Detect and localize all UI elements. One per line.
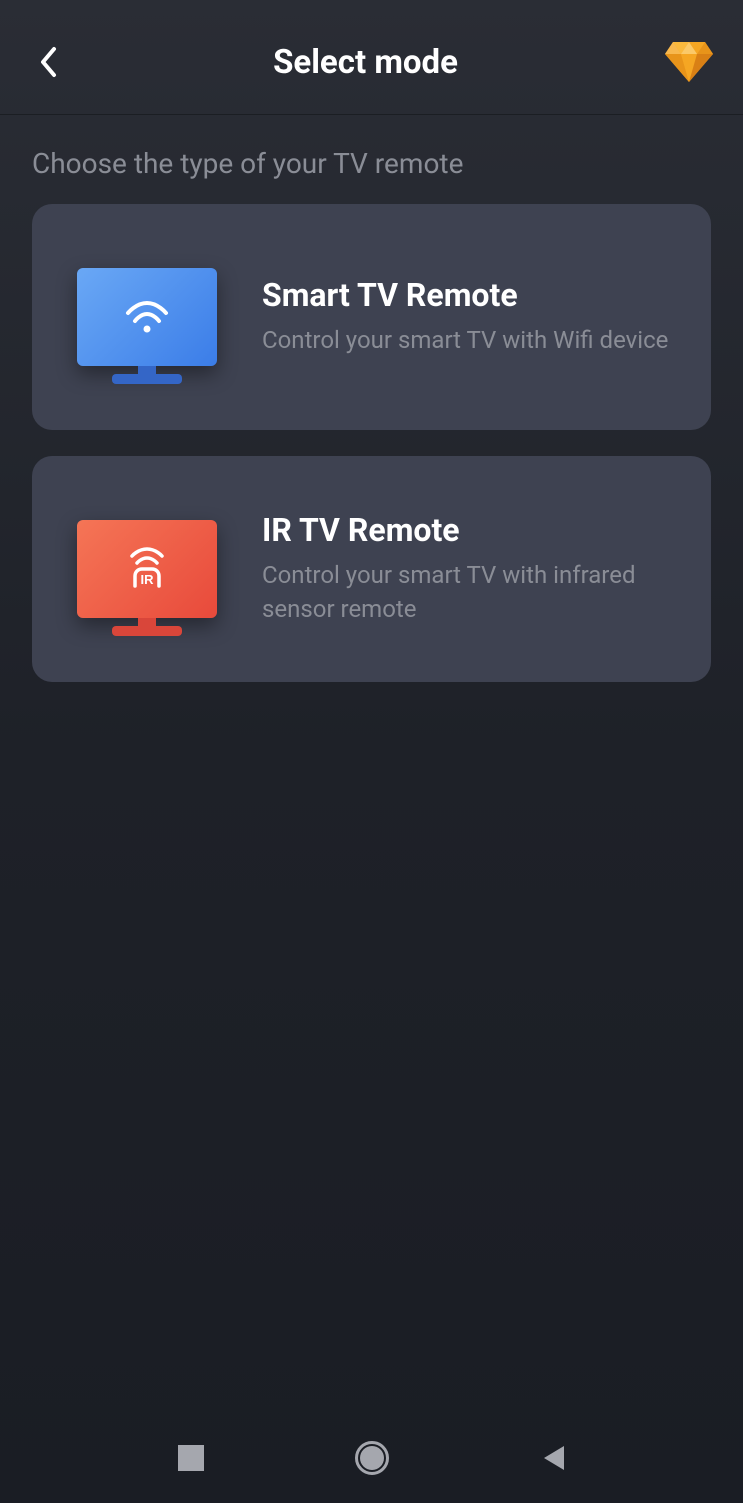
circle-icon <box>355 1441 389 1475</box>
ir-tv-title: IR TV Remote <box>262 511 671 549</box>
ir-icon: IR <box>124 546 170 592</box>
tv-stand <box>112 366 182 384</box>
smart-tv-title: Smart TV Remote <box>262 276 671 314</box>
back-button[interactable] <box>28 42 68 82</box>
ir-tv-card[interactable]: IR IR TV Remote Control your smart TV wi… <box>32 456 711 682</box>
premium-button[interactable] <box>663 40 715 84</box>
tv-wifi-icon <box>77 268 217 366</box>
recent-apps-button[interactable] <box>166 1433 216 1483</box>
svg-text:IR: IR <box>141 572 155 587</box>
navigation-bar <box>0 1413 743 1503</box>
header: Select mode <box>0 0 743 115</box>
wifi-icon <box>124 299 170 335</box>
cards-container: Smart TV Remote Control your smart TV wi… <box>0 204 743 682</box>
tv-stand <box>112 618 182 636</box>
ir-tv-content: IR TV Remote Control your smart TV with … <box>262 511 671 626</box>
diamond-icon <box>663 40 715 84</box>
square-icon <box>178 1445 204 1471</box>
smart-tv-card[interactable]: Smart TV Remote Control your smart TV wi… <box>32 204 711 430</box>
smart-tv-content: Smart TV Remote Control your smart TV wi… <box>262 276 671 358</box>
ir-tv-description: Control your smart TV with infrared sens… <box>262 559 671 626</box>
ir-tv-icon-wrapper: IR <box>72 504 222 634</box>
smart-tv-description: Control your smart TV with Wifi device <box>262 324 671 358</box>
subtitle: Choose the type of your TV remote <box>0 115 743 204</box>
triangle-left-icon <box>540 1444 566 1472</box>
smart-tv-icon-wrapper <box>72 252 222 382</box>
tv-ir-icon: IR <box>77 520 217 618</box>
page-title: Select mode <box>68 43 663 82</box>
chevron-left-icon <box>38 45 58 79</box>
home-button[interactable] <box>347 1433 397 1483</box>
nav-back-button[interactable] <box>528 1433 578 1483</box>
